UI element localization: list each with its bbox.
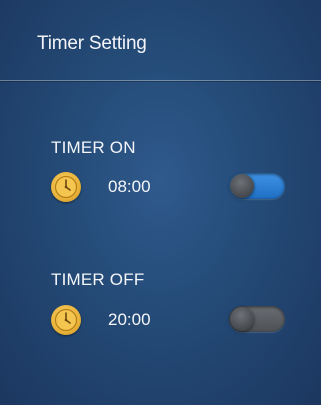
header-bar: Timer Setting bbox=[0, 0, 321, 81]
timer-on-label: TIMER ON bbox=[51, 138, 136, 157]
timer-setting-panel: Timer Setting TIMER ON 08:00 TIMER OFF 2… bbox=[0, 0, 321, 405]
timer-on-time[interactable]: 08:00 bbox=[108, 177, 151, 197]
timer-off-toggle[interactable] bbox=[229, 306, 285, 332]
clock-icon[interactable] bbox=[51, 172, 81, 202]
page-title: Timer Setting bbox=[37, 33, 147, 54]
timer-on-toggle[interactable] bbox=[229, 173, 285, 199]
toggle-knob bbox=[230, 307, 254, 331]
timer-off-label: TIMER OFF bbox=[51, 270, 145, 289]
clock-icon[interactable] bbox=[51, 305, 81, 335]
toggle-knob bbox=[230, 174, 254, 198]
timer-on-row: 08:00 bbox=[51, 172, 291, 206]
timer-off-row: 20:00 bbox=[51, 305, 291, 339]
timer-off-time[interactable]: 20:00 bbox=[108, 310, 151, 330]
